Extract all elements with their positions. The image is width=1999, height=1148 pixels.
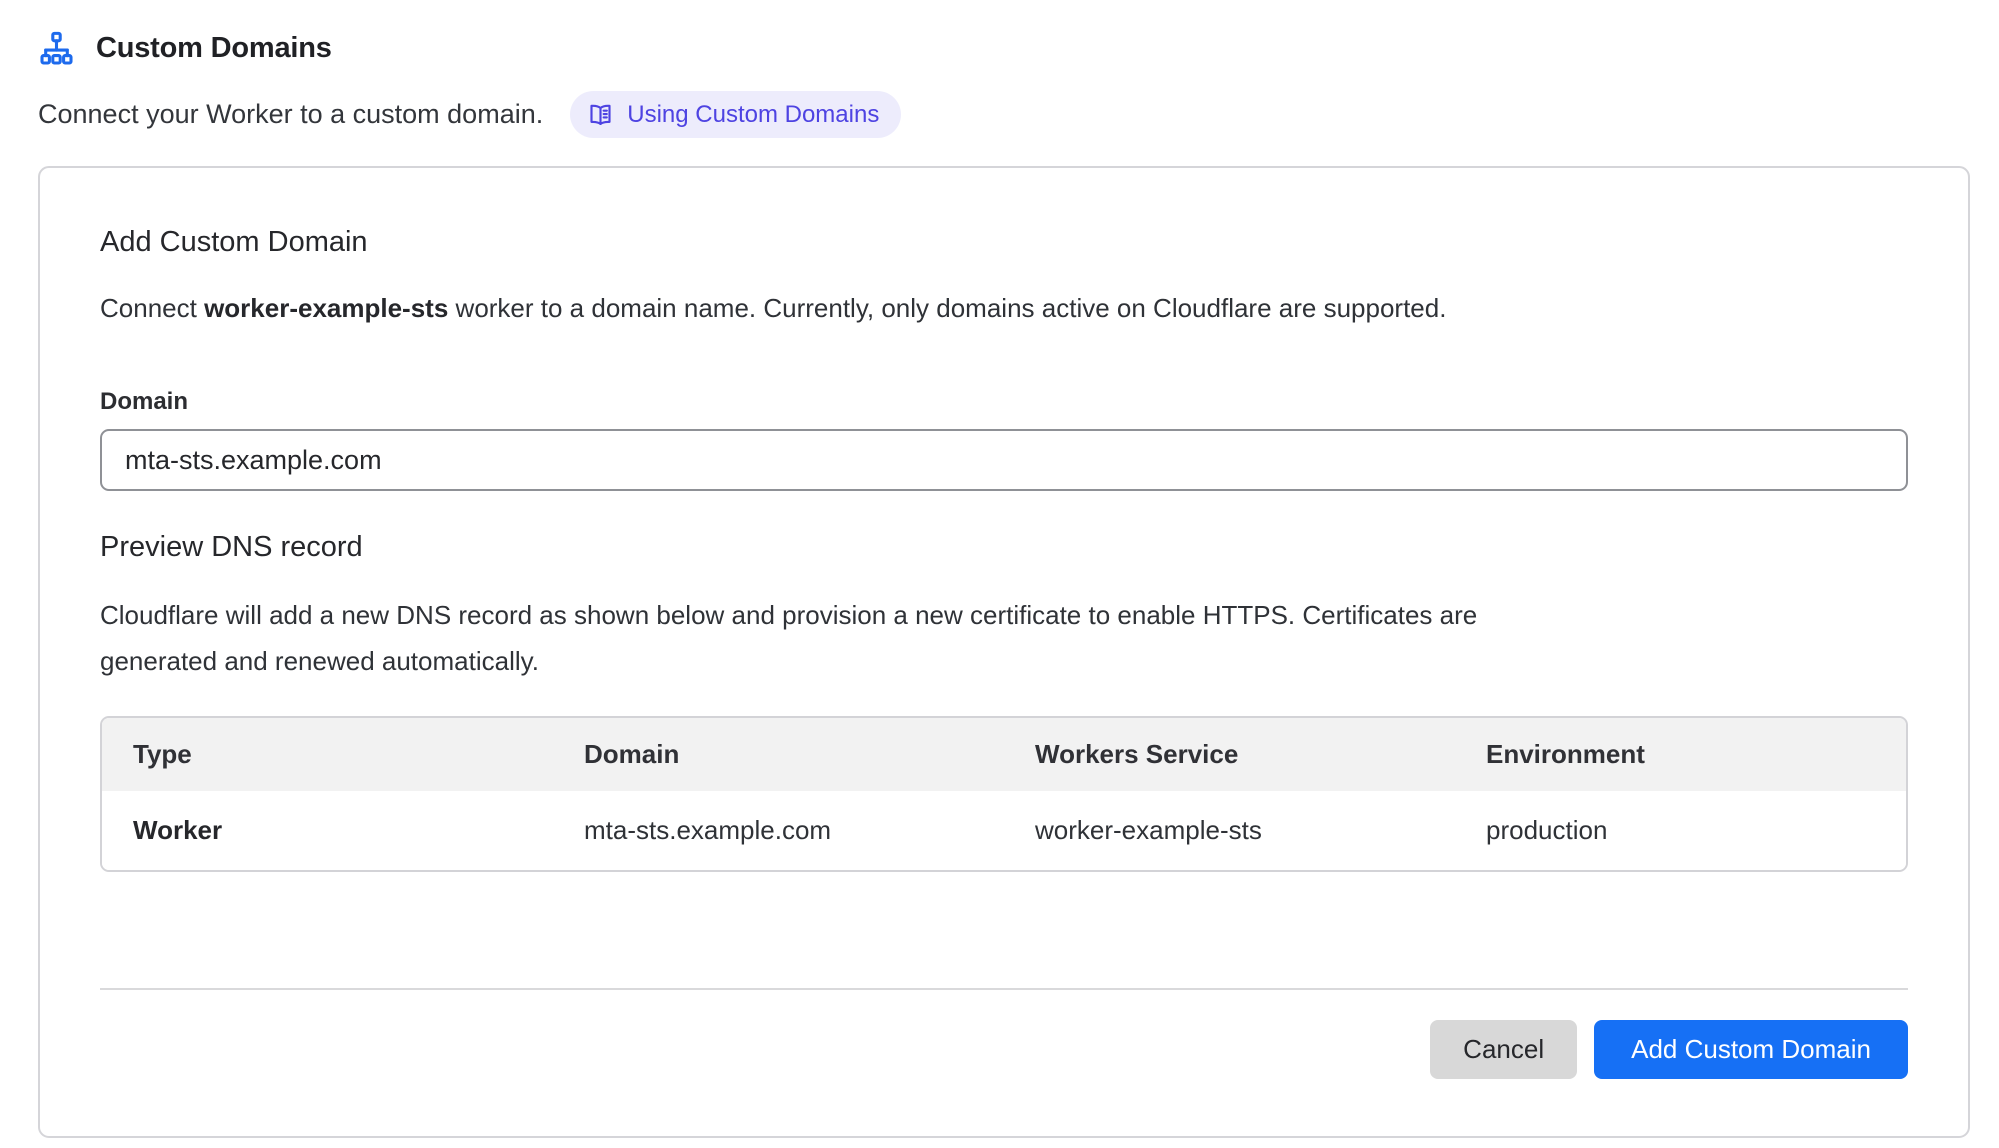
domain-field-label: Domain <box>100 388 1908 416</box>
worker-name: worker-example-sts <box>204 293 448 323</box>
card-heading: Add Custom Domain <box>100 226 1908 259</box>
domain-input[interactable] <box>100 429 1908 491</box>
card-actions: Cancel Add Custom Domain <box>100 1020 1908 1079</box>
page-subtitle-row: Connect your Worker to a custom domain. … <box>38 91 1970 138</box>
cancel-button[interactable]: Cancel <box>1430 1020 1577 1079</box>
preview-dns-heading: Preview DNS record <box>100 531 1908 564</box>
preview-dns-description: Cloudflare will add a new DNS record as … <box>100 592 1590 684</box>
cell-type: Worker <box>102 791 553 870</box>
intro-prefix: Connect <box>100 293 204 323</box>
dns-preview-table: Type Domain Workers Service Environment … <box>100 716 1908 872</box>
table-row: Worker mta-sts.example.com worker-exampl… <box>102 791 1906 870</box>
page-header: Custom Domains <box>38 30 1970 67</box>
intro-suffix: worker to a domain name. Currently, only… <box>448 293 1446 323</box>
column-header-environment: Environment <box>1455 718 1906 791</box>
footer-divider <box>100 988 1908 990</box>
using-custom-domains-label: Using Custom Domains <box>627 103 879 127</box>
table-header-row: Type Domain Workers Service Environment <box>102 718 1906 791</box>
column-header-domain: Domain <box>553 718 1004 791</box>
sitemap-icon <box>38 30 75 67</box>
column-header-workers-service: Workers Service <box>1004 718 1455 791</box>
open-book-icon <box>587 101 614 128</box>
custom-domains-page: Custom Domains Connect your Worker to a … <box>0 0 1999 1138</box>
page-title: Custom Domains <box>96 32 332 65</box>
page-subtitle: Connect your Worker to a custom domain. <box>38 99 543 130</box>
cell-environment: production <box>1455 791 1906 870</box>
add-custom-domain-button[interactable]: Add Custom Domain <box>1594 1020 1908 1079</box>
add-custom-domain-card: Add Custom Domain Connect worker-example… <box>38 166 1970 1138</box>
column-header-type: Type <box>102 718 553 791</box>
card-intro-text: Connect worker-example-sts worker to a d… <box>100 293 1908 324</box>
using-custom-domains-link[interactable]: Using Custom Domains <box>570 91 901 138</box>
cell-domain: mta-sts.example.com <box>553 791 1004 870</box>
cell-workers-service: worker-example-sts <box>1004 791 1455 870</box>
